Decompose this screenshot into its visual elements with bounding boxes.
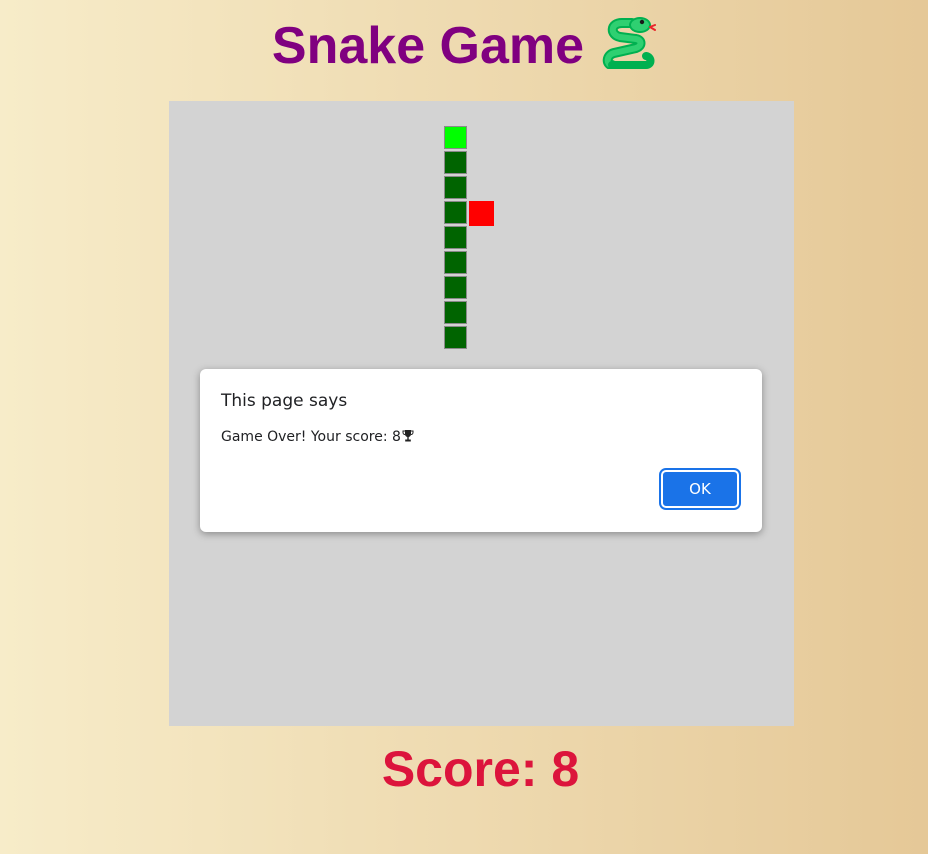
snake-segment — [444, 301, 467, 324]
title-text: Snake Game — [271, 17, 585, 75]
snake-segment — [444, 201, 467, 224]
snake-head — [444, 126, 467, 149]
snake-segment — [444, 276, 467, 299]
dialog-message-text: Game Over! Your score: 8 — [221, 429, 401, 445]
score-display: Score: 8 — [381, 741, 580, 797]
alert-dialog: This page says Game Over! Your score: 8 … — [200, 369, 762, 532]
snake-segment — [444, 251, 467, 274]
ok-button[interactable]: OK — [659, 468, 741, 510]
trophy-icon — [402, 430, 414, 442]
page-title: Snake Game — [0, 14, 928, 78]
food — [469, 201, 494, 226]
snake-segment — [444, 326, 467, 349]
snake-segment — [444, 151, 467, 174]
snake-segment — [444, 176, 467, 199]
dialog-message: Game Over! Your score: 8 — [221, 429, 414, 445]
snake-icon — [602, 17, 657, 69]
snake-segment — [444, 226, 467, 249]
dialog-title: This page says — [221, 391, 348, 411]
